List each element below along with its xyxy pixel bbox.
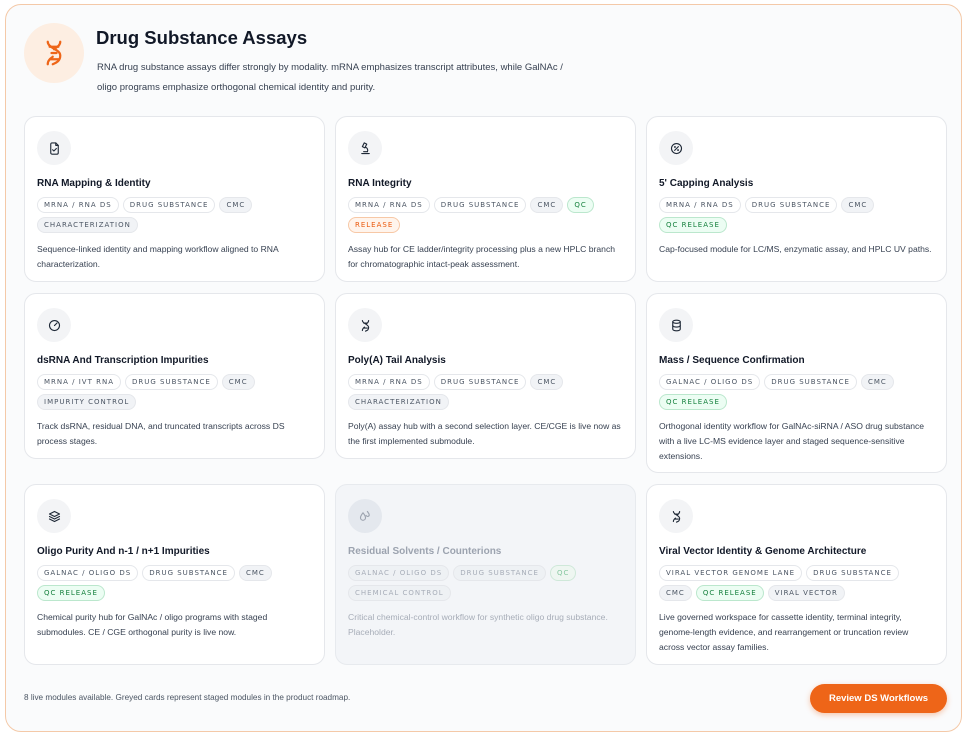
assay-card[interactable]: Mass / Sequence Confirmation GALNAC / OLI… [646, 293, 947, 473]
tag-chip: QC RELEASE [37, 585, 105, 601]
footer-note: 8 live modules available. Greyed cards r… [24, 693, 351, 702]
tag-chip: QC RELEASE [695, 585, 764, 601]
tag-list: MRNA / RNA DS DRUG SUBSTANCE CMC QC RELEASE [348, 197, 623, 233]
tag-chip: MRNA / RNA DS [348, 197, 430, 213]
tag-chip: VIRAL VECTOR GENOME LANE [659, 565, 803, 581]
tag-chip: MRNA / RNA DS [37, 197, 119, 213]
tag-chip: CHEMICAL CONTROL [348, 585, 451, 601]
assay-card: Residual Solvents / Counterions GALNAC / … [335, 484, 636, 665]
tag-chip: MRNA / RNA DS [348, 374, 430, 390]
assay-card[interactable]: RNA Mapping & Identity MRNA / RNA DS DRUG … [24, 116, 325, 282]
tag-chip: DRUG SUBSTANCE [744, 197, 838, 213]
page-description: RNA drug substance assays differ strongl… [97, 62, 563, 93]
tag-chip: QC [549, 565, 577, 581]
card-title: Viral Vector Identity & Genome Architect… [659, 546, 867, 557]
dna-icon [348, 308, 382, 342]
tag-list: MRNA / RNA DS DRUG SUBSTANCE CMC CHARACTERI… [348, 374, 623, 410]
tag-chip: CMC [841, 197, 875, 213]
tag-chip: MRNA / RNA DS [659, 197, 741, 213]
review-ds-workflows-button[interactable]: Review DS Workflows [810, 684, 947, 713]
card-title: RNA Mapping & Identity [37, 178, 151, 189]
badge-percent-icon [659, 131, 693, 165]
microscope-icon [348, 131, 382, 165]
assay-card[interactable]: RNA Integrity MRNA / RNA DS DRUG SUBSTANCE… [335, 116, 636, 282]
droplets-icon [348, 499, 382, 533]
tag-chip: QC [567, 197, 594, 213]
card-title: RNA Integrity [348, 178, 412, 189]
card-description: Assay hub for CE ladder/integrity proces… [348, 244, 616, 269]
tag-chip: GALNAC / OLIGO DS [659, 374, 761, 390]
tag-chip: RELEASE [348, 217, 401, 233]
tag-chip: CMC [219, 197, 253, 213]
card-title: 5' Capping Analysis [659, 178, 754, 189]
dna-icon [659, 499, 693, 533]
tag-chip: CHARACTERIZATION [37, 217, 138, 233]
card-description: Chemical purity hub for GalNAc / oligo p… [37, 612, 268, 637]
tag-chip: DRUG SUBSTANCE [122, 197, 216, 213]
card-title: dsRNA And Transcription Impurities [37, 355, 209, 366]
tag-chip: DRUG SUBSTANCE [806, 565, 899, 581]
tag-list: GALNAC / OLIGO DS DRUG SUBSTANCE QC CHEMICA… [348, 565, 623, 601]
tag-chip: QC RELEASE [659, 217, 727, 233]
tag-chip: DRUG SUBSTANCE [124, 374, 218, 390]
card-description: Orthogonal identity workflow for GalNAc-… [659, 421, 925, 461]
card-title: Oligo Purity And n-1 / n+1 Impurities [37, 546, 210, 557]
tag-chip: DRUG SUBSTANCE [433, 374, 527, 390]
tag-list: MRNA / RNA DS DRUG SUBSTANCE CMC QC RELEASE [659, 197, 934, 233]
tag-chip: DRUG SUBSTANCE [764, 374, 857, 390]
layers-icon [37, 499, 71, 533]
assay-card[interactable]: Oligo Purity And n-1 / n+1 Impurities GAL… [24, 484, 325, 665]
card-title: Poly(A) Tail Analysis [348, 355, 446, 366]
tag-chip: QC RELEASE [659, 394, 727, 410]
tag-chip: MRNA / IVT RNA [37, 374, 121, 390]
tag-chip: GALNAC / OLIGO DS [348, 565, 450, 581]
tag-chip: CHARACTERIZATION [348, 394, 449, 410]
database-icon [659, 308, 693, 342]
card-title: Mass / Sequence Confirmation [659, 355, 805, 366]
tag-chip: CMC [659, 585, 692, 601]
assay-card[interactable]: Poly(A) Tail Analysis MRNA / RNA DS DRUG S… [335, 293, 636, 459]
tag-chip: GALNAC / OLIGO DS [37, 565, 139, 581]
dna-hero-icon [24, 23, 84, 83]
tag-list: GALNAC / OLIGO DS DRUG SUBSTANCE CMC QC REL… [659, 374, 934, 410]
assay-card[interactable]: dsRNA And Transcription Impurities MRNA /… [24, 293, 325, 459]
assay-card[interactable]: Viral Vector Identity & Genome Architect… [646, 484, 947, 665]
card-title: Residual Solvents / Counterions [348, 546, 502, 557]
assay-card[interactable]: 5' Capping Analysis MRNA / RNA DS DRUG SUB… [646, 116, 947, 282]
card-description: Cap-focused module for LC/MS, enzymatic … [659, 244, 932, 254]
gauge-icon [37, 308, 71, 342]
tag-chip: CMC [530, 197, 564, 213]
tag-chip: CMC [238, 565, 272, 581]
tag-chip: IMPURITY CONTROL [37, 394, 137, 410]
card-description: Critical chemical-control workflow for s… [348, 612, 608, 637]
tag-chip: CMC [860, 374, 894, 390]
tag-chip: CMC [221, 374, 255, 390]
document-icon [37, 131, 71, 165]
card-description: Live governed workspace for cassette ide… [659, 612, 909, 652]
page-title: Drug Substance Assays [96, 27, 308, 48]
tag-chip: VIRAL VECTOR [767, 585, 845, 601]
tag-list: MRNA / IVT RNA DRUG SUBSTANCE CMC IMPURITY … [37, 374, 312, 410]
tag-list: MRNA / RNA DS DRUG SUBSTANCE CMC CHARACTERI… [37, 197, 312, 233]
card-description: Sequence-linked identity and mapping wor… [37, 244, 279, 269]
tag-list: GALNAC / OLIGO DS DRUG SUBSTANCE CMC QC REL… [37, 565, 312, 601]
tag-chip: CMC [530, 374, 564, 390]
tag-chip: DRUG SUBSTANCE [142, 565, 235, 581]
card-description: Poly(A) assay hub with a second selectio… [348, 421, 621, 446]
tag-chip: DRUG SUBSTANCE [453, 565, 546, 581]
tag-list: VIRAL VECTOR GENOME LANE DRUG SUBSTANCE CM… [659, 565, 934, 601]
card-description: Track dsRNA, residual DNA, and truncated… [37, 421, 285, 446]
tag-chip: DRUG SUBSTANCE [433, 197, 527, 213]
